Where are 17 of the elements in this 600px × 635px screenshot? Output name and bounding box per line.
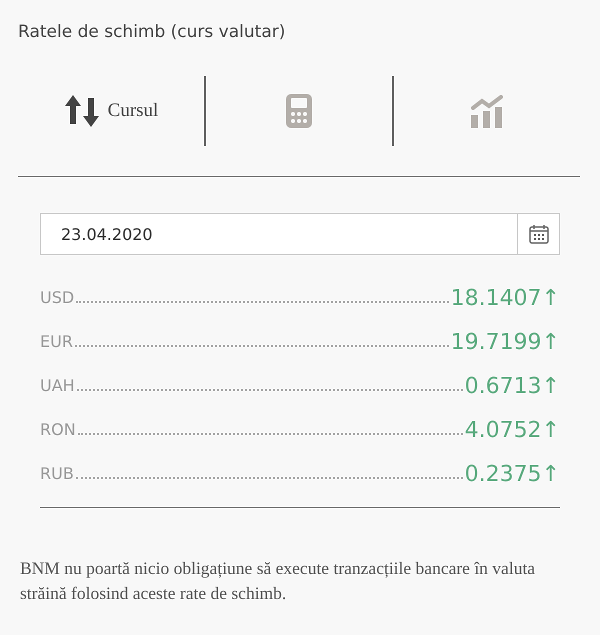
- bar-chart-icon: [469, 93, 505, 129]
- rate-value: 0.6713↑: [464, 374, 560, 399]
- currency-code: UAH: [40, 376, 75, 397]
- calculator-icon: [285, 93, 313, 129]
- widget-title: Ratele de schimb (curs valutar): [18, 22, 286, 42]
- currency-code: RON: [40, 420, 76, 441]
- calendar-icon[interactable]: [528, 223, 550, 245]
- disclaimer-text: BNM nu poartă nicio obligațiune să execute tranzacțiile bancare în valuta străină folosind aceste rate de schimb.: [20, 557, 536, 605]
- up-down-arrows-icon: [64, 94, 100, 128]
- rate-value: 18.1407↑: [450, 286, 560, 311]
- rate-value: 19.7199↑: [450, 330, 560, 355]
- currency-code: EUR: [40, 332, 73, 353]
- currency-code: USD: [40, 288, 74, 309]
- tab[interactable]: Cursul: [18, 90, 204, 132]
- currency-code: RUB: [40, 464, 74, 485]
- rate-value: 4.0752↑: [464, 418, 560, 443]
- rate-value: 0.2375↑: [464, 462, 560, 487]
